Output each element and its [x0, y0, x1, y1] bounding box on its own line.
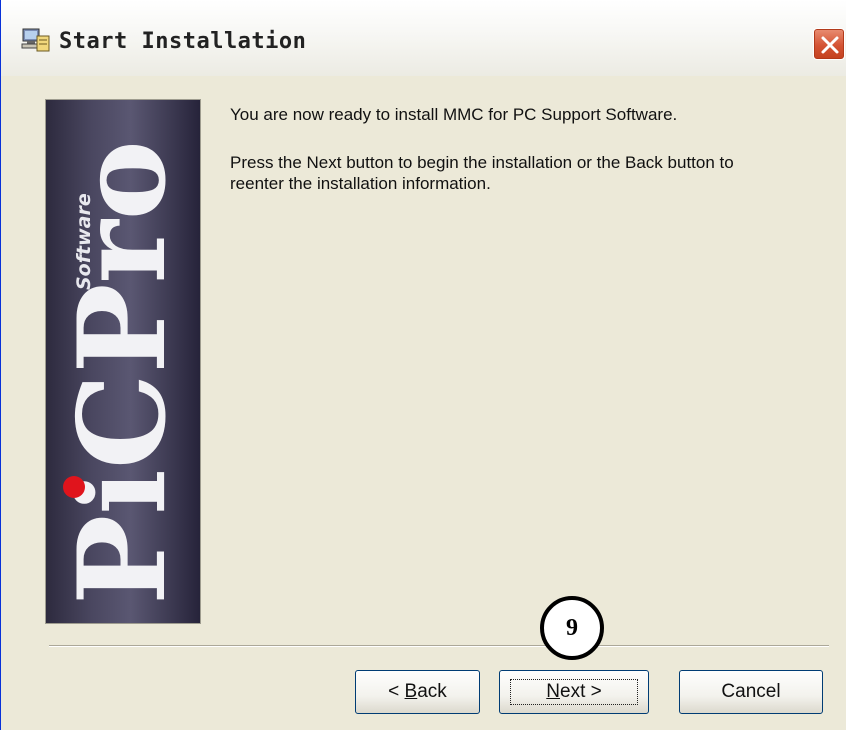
close-button[interactable] — [813, 28, 845, 60]
logo-red-dot — [63, 476, 85, 498]
close-icon — [821, 36, 839, 54]
title-bar[interactable]: Start Installation — [1, 0, 846, 76]
installer-computer-icon — [21, 26, 51, 54]
step-number-badge: 9 — [540, 596, 604, 660]
instruction-message: Press the Next button to begin the insta… — [230, 153, 734, 193]
back-button[interactable]: < Back — [355, 670, 480, 714]
window-title: Start Installation — [59, 29, 307, 54]
next-button[interactable]: Next > — [499, 670, 649, 714]
cancel-button[interactable]: Cancel — [679, 670, 823, 714]
footer-divider — [49, 645, 829, 647]
ready-message: You are now ready to install MMC for PC … — [230, 105, 678, 124]
logo-subtitle: Software — [73, 193, 95, 290]
installer-window: Start Installation PiCPro Software You a… — [0, 0, 846, 730]
picpro-logo-banner: PiCPro Software — [45, 99, 201, 624]
